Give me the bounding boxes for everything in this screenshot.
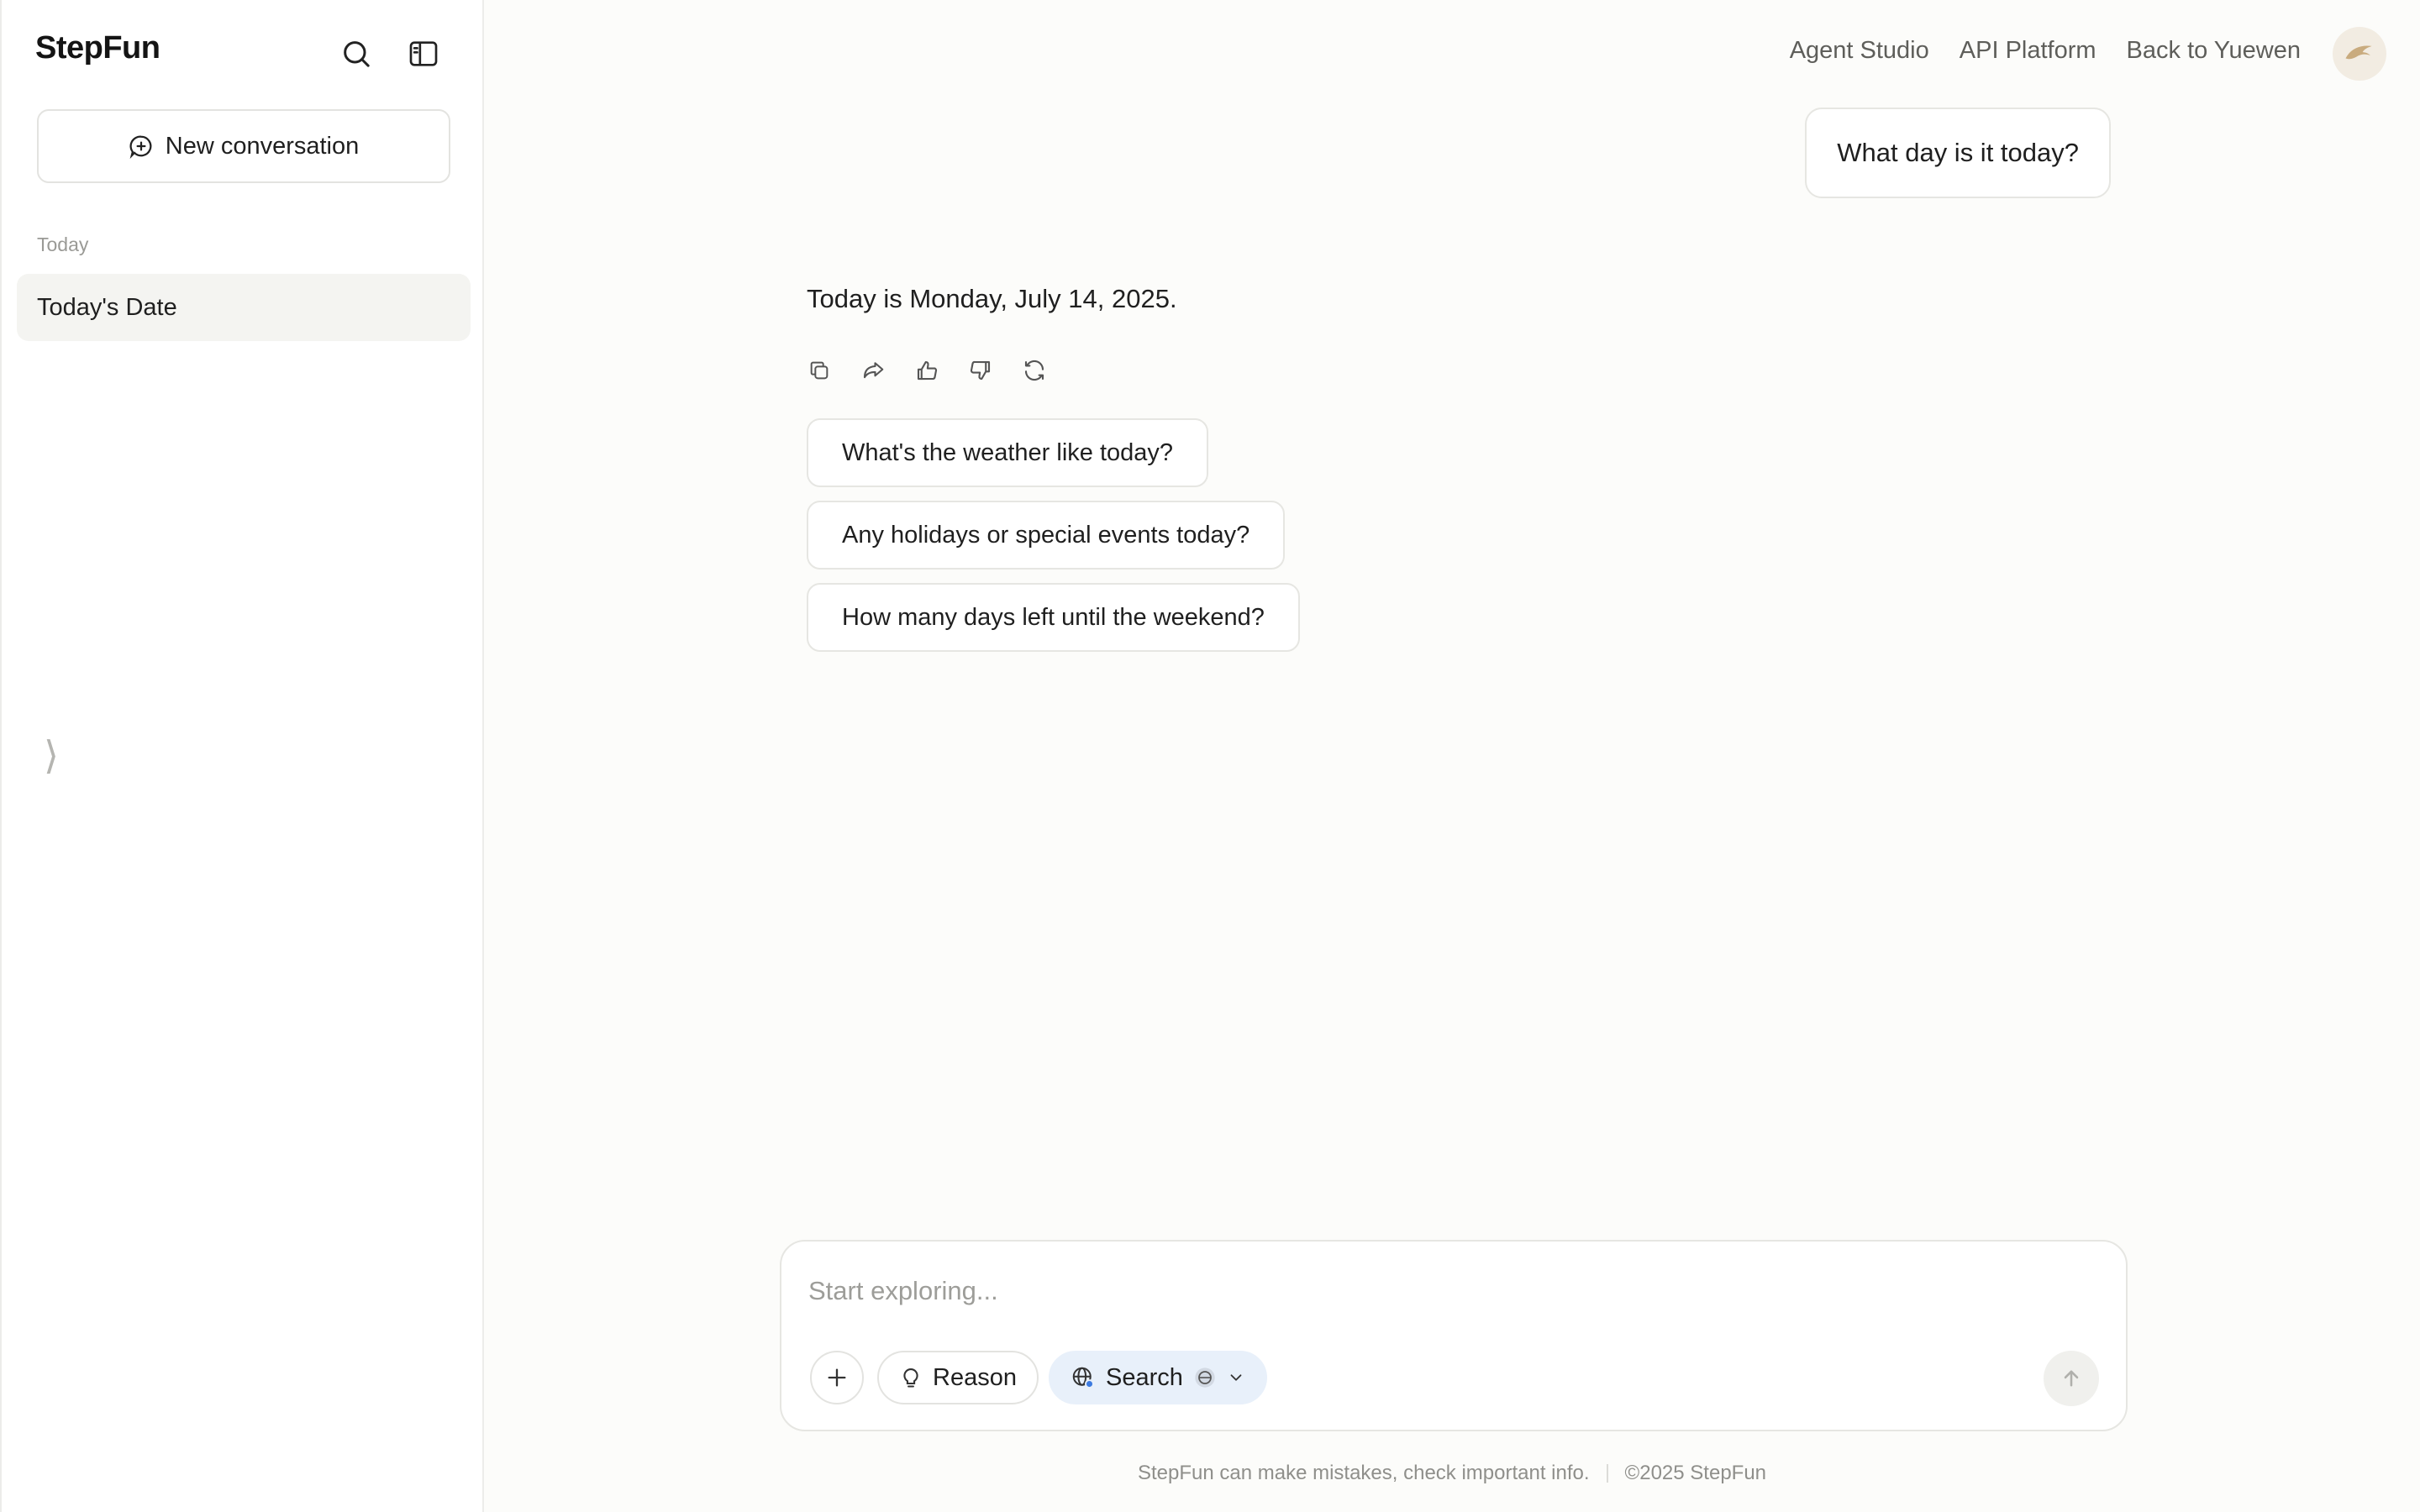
reason-label: Reason (933, 1363, 1017, 1391)
logo[interactable]: StepFun (35, 30, 160, 66)
add-chat-icon (129, 135, 152, 159)
share-icon[interactable] (855, 353, 891, 388)
assistant-message: Today is Monday, July 14, 2025. (807, 284, 1177, 313)
thumbs-up-icon[interactable] (909, 353, 944, 388)
nav-api-platform[interactable]: API Platform (1960, 37, 2096, 65)
nav-back-to-yuewen[interactable]: Back to Yuewen (2127, 37, 2301, 65)
copyright-text: ©2025 StepFun (1624, 1462, 1767, 1484)
search-engine-icon (1195, 1368, 1215, 1388)
message-input[interactable] (808, 1268, 2069, 1314)
collapse-sidebar-handle[interactable]: ⟩ (44, 732, 59, 778)
disclaimer-text: StepFun can make mistakes, check importa… (1137, 1462, 1590, 1484)
new-conversation-button[interactable]: New conversation (37, 109, 450, 183)
footer-divider (1606, 1464, 1608, 1483)
lightbulb-icon (903, 1368, 918, 1388)
plus-icon (828, 1368, 846, 1387)
new-conversation-label: New conversation (165, 132, 360, 160)
sidebar: StepFun New conversation Today Today's D… (0, 0, 484, 1512)
attach-button[interactable] (810, 1351, 864, 1404)
top-nav: Agent Studio API Platform Back to Yuewen (1790, 37, 2301, 65)
history-section-today: Today (37, 234, 89, 255)
suggestion-chip[interactable]: What's the weather like today? (807, 418, 1209, 487)
search-icon[interactable] (336, 34, 376, 74)
footer: StepFun can make mistakes, check importa… (484, 1462, 2420, 1485)
suggestion-chip[interactable]: How many days left until the weekend? (807, 583, 1300, 652)
regenerate-icon[interactable] (1017, 353, 1052, 388)
search-toggle[interactable]: Search (1049, 1351, 1267, 1404)
send-button[interactable] (2044, 1351, 2099, 1406)
reason-toggle[interactable]: Reason (877, 1351, 1039, 1404)
arrow-up-icon (2064, 1370, 2079, 1387)
thumbs-down-icon[interactable] (963, 353, 998, 388)
nav-agent-studio[interactable]: Agent Studio (1790, 37, 1929, 65)
message-actions (802, 353, 1052, 388)
suggestion-chip[interactable]: Any holidays or special events today? (807, 501, 1286, 570)
avatar[interactable] (2333, 27, 2386, 81)
globe-icon (1072, 1367, 1094, 1389)
sidebar-toggle-icon[interactable] (403, 34, 444, 74)
copy-icon[interactable] (802, 353, 837, 388)
dolphin-avatar-icon (2345, 45, 2372, 60)
search-label: Search (1106, 1363, 1183, 1391)
user-message-bubble: What day is it today? (1805, 108, 2111, 198)
chevron-down-icon[interactable] (1227, 1368, 1245, 1387)
message-composer: Reason Search (780, 1240, 2128, 1431)
history-item[interactable]: Today's Date (17, 274, 471, 341)
